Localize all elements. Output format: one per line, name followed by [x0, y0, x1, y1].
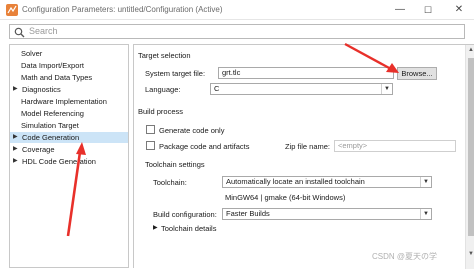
- chevron-down-icon: ▼: [381, 84, 392, 94]
- generate-code-only-checkbox[interactable]: [146, 125, 155, 134]
- toolchain-details-toggle[interactable]: Toolchain details: [161, 224, 216, 233]
- expand-arrow-icon[interactable]: ▶: [13, 144, 18, 155]
- vertical-scrollbar[interactable]: ▲ ▼: [465, 45, 474, 269]
- build-configuration-value: Faster Builds: [226, 209, 270, 218]
- package-code-checkbox[interactable]: [146, 141, 155, 150]
- expand-arrow-icon[interactable]: ▶: [153, 224, 158, 231]
- tree-item-label: Diagnostics: [22, 85, 61, 94]
- category-tree: Solver Data Import/Export Math and Data Ty…: [9, 44, 129, 268]
- tree-item-label: Solver: [21, 49, 43, 58]
- language-value: C: [214, 84, 220, 93]
- expand-arrow-icon[interactable]: ▶: [13, 156, 18, 167]
- settings-panel: Target selection System target file: grt…: [133, 44, 474, 269]
- package-code-label: Package code and artifacts: [159, 142, 250, 151]
- toolchain-settings-heading: Toolchain settings: [145, 160, 205, 169]
- tree-item-label: Hardware Implementation: [21, 97, 107, 106]
- toolchain-note: MinGW64 | gmake (64-bit Windows): [225, 193, 346, 202]
- tree-item-label: Simulation Target: [21, 121, 79, 130]
- tree-item-label: HDL Code Generation: [22, 157, 96, 166]
- zip-file-name-field[interactable]: <empty>: [334, 140, 456, 152]
- tree-item[interactable]: Data Import/Export: [10, 60, 128, 71]
- system-target-file-field[interactable]: grt.tlc: [218, 67, 394, 79]
- watermark-text: CSDN @夏天の学: [372, 252, 438, 261]
- tree-item-label: Data Import/Export: [21, 61, 84, 70]
- tree-item[interactable]: Model Referencing: [10, 108, 128, 119]
- build-configuration-select[interactable]: Faster Builds ▼: [222, 208, 432, 220]
- target-selection-heading: Target selection: [138, 51, 191, 60]
- language-label: Language:: [145, 85, 181, 94]
- chevron-down-icon: ▼: [420, 177, 431, 187]
- window-title: Configuration Parameters: untitled/Confi…: [22, 5, 223, 14]
- matlab-app-icon: [6, 4, 18, 16]
- build-configuration-label: Build configuration:: [153, 210, 217, 219]
- search-icon: [14, 27, 25, 38]
- tree-item[interactable]: Math and Data Types: [10, 72, 128, 83]
- expand-arrow-icon[interactable]: ▶: [13, 84, 18, 95]
- tree-item-label: Code Generation: [22, 133, 80, 142]
- maximize-button[interactable]: ☐: [414, 0, 442, 20]
- title-bar: Configuration Parameters: untitled/Confi…: [0, 0, 474, 20]
- scrollbar-thumb[interactable]: [468, 58, 474, 236]
- close-button[interactable]: ✕: [444, 0, 474, 20]
- tree-item-label: Math and Data Types: [21, 73, 93, 82]
- toolchain-label: Toolchain:: [153, 178, 187, 187]
- browse-button[interactable]: Browse...: [397, 67, 437, 80]
- system-target-file-label: System target file:: [145, 69, 206, 78]
- build-process-heading: Build process: [138, 107, 184, 116]
- search-input[interactable]: Search: [29, 26, 58, 36]
- zip-file-name-label: Zip file name:: [285, 142, 331, 151]
- tree-item[interactable]: Hardware Implementation: [10, 96, 128, 107]
- tree-item-label: Model Referencing: [21, 109, 84, 118]
- chevron-down-icon: ▼: [420, 209, 431, 219]
- toolchain-value: Automatically locate an installed toolch…: [226, 177, 365, 186]
- tree-item[interactable]: ▶ HDL Code Generation: [10, 156, 128, 167]
- tree-item[interactable]: ▶ Diagnostics: [10, 84, 128, 95]
- tree-item-label: Coverage: [22, 145, 55, 154]
- search-box[interactable]: Search: [9, 24, 465, 39]
- scroll-down-icon[interactable]: ▼: [466, 251, 474, 257]
- minimize-button[interactable]: —: [386, 0, 414, 20]
- tree-item[interactable]: ▶ Code Generation: [10, 132, 128, 143]
- toolchain-select[interactable]: Automatically locate an installed toolch…: [222, 176, 432, 188]
- tree-item[interactable]: Solver: [10, 48, 128, 59]
- scroll-up-icon[interactable]: ▲: [466, 47, 474, 53]
- tree-item[interactable]: Simulation Target: [10, 120, 128, 131]
- generate-code-only-label: Generate code only: [159, 126, 225, 135]
- expand-arrow-icon[interactable]: ▶: [13, 132, 18, 143]
- tree-item[interactable]: ▶ Coverage: [10, 144, 128, 155]
- language-select[interactable]: C ▼: [210, 83, 393, 95]
